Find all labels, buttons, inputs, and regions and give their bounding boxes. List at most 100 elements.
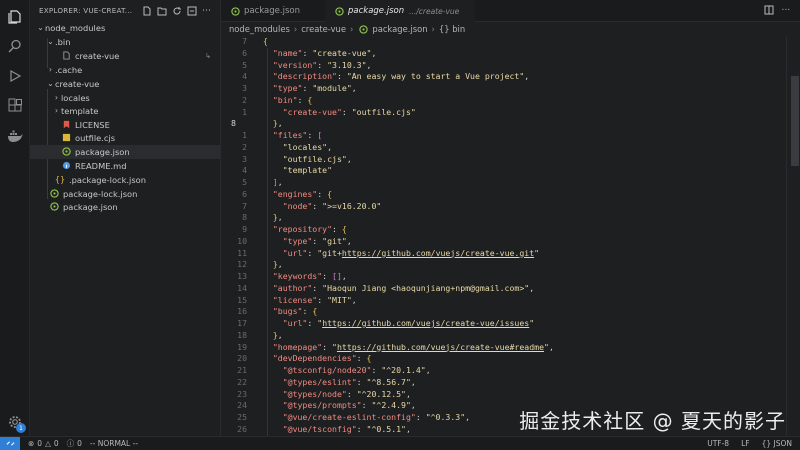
breadcrumb-bin[interactable]: {} bin: [439, 24, 465, 34]
search-icon[interactable]: [5, 36, 25, 56]
code-line[interactable]: 3 "type": "module",: [221, 83, 786, 95]
code-line[interactable]: 12 },: [221, 259, 786, 271]
refresh-icon[interactable]: [171, 5, 182, 16]
code-line[interactable]: 14 "author": "Haoqun Jiang <haoqunjiang+…: [221, 283, 786, 295]
tree-item-bin[interactable]: ⌄ .bin: [30, 35, 221, 49]
code-line[interactable]: 17 "url": "https://github.com/vuejs/crea…: [221, 318, 786, 330]
editor-tabs: package.json package.json .../create-vue…: [221, 0, 800, 22]
code-text: "@vue/tsconfig": "^0.5.1",: [282, 423, 411, 434]
info-indicator[interactable]: ⓘ 0: [67, 438, 82, 449]
code-text: "url": "https://github.com/vuejs/create-…: [282, 318, 535, 328]
code-line[interactable]: 1 "files": [: [221, 130, 786, 142]
code-line[interactable]: 8 },: [221, 212, 786, 224]
tree-item-readme[interactable]: README.md: [30, 159, 221, 173]
code-line[interactable]: 4 "description": "An easy way to start a…: [221, 71, 786, 83]
code-line[interactable]: 13 "keywords": [],: [221, 271, 786, 283]
code-text: "@tsconfig/node20": "^20.1.4",: [282, 365, 431, 375]
code-text: "@types/prompts": "^2.4.9",: [282, 400, 416, 411]
code-line[interactable]: 2 "locales",: [221, 142, 786, 154]
code-line[interactable]: 15 "license": "MIT",: [221, 295, 786, 307]
breadcrumb-node-modules[interactable]: node_modules: [229, 24, 290, 34]
breadcrumb: node_modules › create-vue › package.json…: [229, 24, 466, 34]
collapse-all-icon[interactable]: [186, 5, 197, 16]
explorer-toolbar: ⋯: [141, 5, 212, 16]
scrollbar-thumb[interactable]: [791, 76, 799, 166]
encoding-indicator[interactable]: UTF-8: [707, 439, 729, 448]
settings-gear-icon[interactable]: 1: [5, 412, 26, 433]
watermark: 掘金技术社区 @ 夏天的影子: [519, 409, 786, 433]
tree-item-bin-create-vue[interactable]: create-vue ↳: [30, 49, 221, 63]
tree-item-template[interactable]: › template: [30, 104, 221, 118]
line-number: 7: [242, 200, 247, 211]
breadcrumb-package-json[interactable]: package.json: [372, 24, 427, 34]
line-number: 1: [242, 106, 247, 117]
eol-indicator[interactable]: LF: [741, 439, 750, 448]
new-file-icon[interactable]: [141, 5, 152, 16]
line-number: 26: [237, 423, 247, 434]
code-line[interactable]: 10 "type": "git",: [221, 236, 786, 248]
line-number: 2: [242, 94, 247, 105]
tree-item-locales[interactable]: › locales: [30, 91, 221, 105]
code-text: "@vue/create-eslint-config": "^0.3.3",: [282, 412, 471, 422]
code-line[interactable]: 1 "create-vue": "outfile.cjs": [221, 107, 786, 119]
code-text: ],: [272, 177, 283, 187]
code-line[interactable]: 18 },: [221, 330, 786, 342]
code-line[interactable]: 23 "@types/node": "^20.12.5",: [221, 389, 786, 401]
remote-icon[interactable]: [0, 436, 20, 450]
code-text: "outfile.cjs",: [282, 153, 352, 164]
breadcrumb-create-vue[interactable]: create-vue: [301, 24, 346, 34]
problems-indicator[interactable]: ⊗ 0 △ 0: [28, 439, 59, 448]
tree-item-node-modules[interactable]: ⌄ node_modules: [30, 21, 221, 35]
more-actions-icon[interactable]: ⋯: [201, 5, 212, 16]
tree-item-root-package-json[interactable]: package.json: [30, 200, 221, 214]
code-line[interactable]: 6 "name": "create-vue",: [221, 48, 786, 60]
tree-item-create-vue[interactable]: ⌄ create-vue: [30, 77, 221, 91]
tree-item-outfile[interactable]: outfile.cjs: [30, 131, 221, 145]
code-line[interactable]: 5 "version": "3.10.3",: [221, 60, 786, 72]
code-line[interactable]: 8 },: [221, 118, 786, 130]
tree-item-package-json-active[interactable]: package.json: [30, 145, 221, 159]
line-number: 3: [242, 83, 247, 93]
code-line[interactable]: 9 "repository": {: [221, 224, 786, 236]
tree-item-package-lock[interactable]: package-lock.json: [30, 187, 221, 201]
editor-scrollbar[interactable]: [786, 36, 800, 436]
more-actions-icon[interactable]: ⋯: [782, 5, 791, 18]
run-debug-icon[interactable]: [5, 66, 25, 86]
line-number: 7: [242, 36, 247, 46]
new-folder-icon[interactable]: [156, 5, 167, 16]
tab-actions: ⋯: [764, 5, 791, 18]
tree-item-license[interactable]: LICENSE: [30, 118, 221, 132]
tree-item-cache[interactable]: › .cache: [30, 63, 221, 77]
code-text: "description": "An easy way to start a V…: [272, 71, 530, 82]
tab-package-json[interactable]: package.json: [221, 0, 325, 22]
split-editor-icon[interactable]: [764, 5, 774, 18]
code-line[interactable]: 3 "outfile.cjs",: [221, 154, 786, 166]
code-line[interactable]: 16 "bugs": {: [221, 306, 786, 318]
line-number: 4: [242, 71, 247, 82]
code-line[interactable]: 11 "url": "git+https://github.com/vuejs/…: [221, 248, 786, 260]
code-text: {: [263, 36, 268, 46]
chevron-right-icon: ›: [54, 93, 59, 103]
code-line[interactable]: 20 "devDependencies": {: [221, 353, 786, 365]
code-line[interactable]: 7{: [221, 36, 786, 48]
code-line[interactable]: 6 "engines": {: [221, 189, 786, 201]
code-line[interactable]: 19 "homepage": "https://github.com/vuejs…: [221, 342, 786, 354]
language-mode[interactable]: {} JSON: [762, 439, 792, 448]
json-file-icon: [60, 147, 72, 157]
code-editor[interactable]: 7{6 "name": "create-vue", 5 "version": "3…: [221, 36, 786, 438]
tab-package-json-create-vue[interactable]: package.json .../create-vue: [325, 0, 475, 22]
docker-icon[interactable]: [5, 126, 25, 146]
line-number: 12: [237, 259, 247, 270]
code-text: "type": "git",: [282, 235, 352, 246]
code-line[interactable]: 2 "bin": {: [221, 95, 786, 107]
code-line[interactable]: 22 "@types/eslint": "^8.56.7",: [221, 377, 786, 389]
extensions-icon[interactable]: [5, 96, 25, 116]
code-text: "name": "create-vue",: [272, 47, 377, 58]
code-line[interactable]: 21 "@tsconfig/node20": "^20.1.4",: [221, 365, 786, 377]
code-line[interactable]: 4 "template": [221, 165, 786, 177]
code-line[interactable]: 5 ],: [221, 177, 786, 189]
code-line[interactable]: 7 "node": ">=v16.20.0": [221, 201, 786, 213]
activity-bar: 1: [0, 0, 30, 436]
tree-item-dot-package-lock[interactable]: {} .package-lock.json: [30, 173, 221, 187]
explorer-icon[interactable]: [5, 7, 25, 27]
